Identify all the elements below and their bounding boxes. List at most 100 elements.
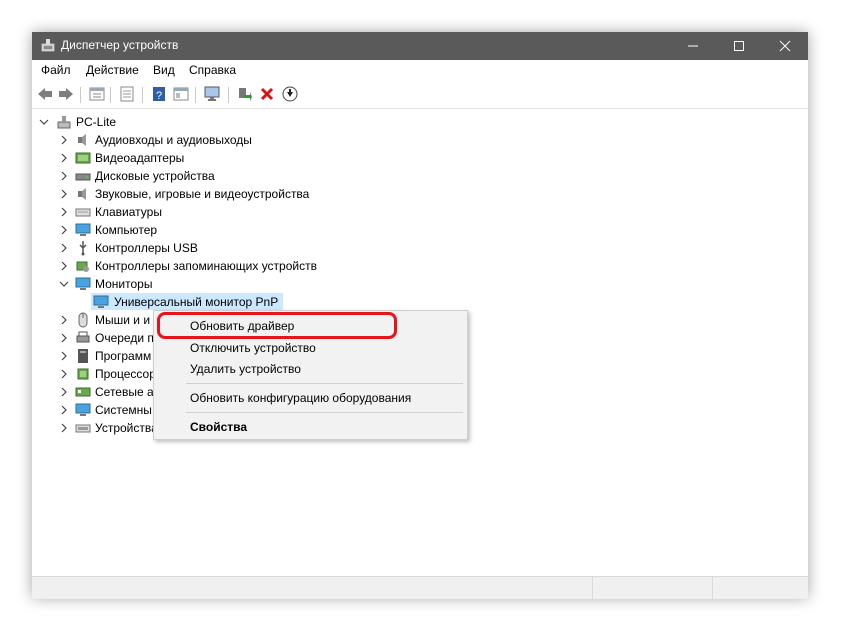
tree-category-label: Видеоадаптеры: [95, 151, 185, 165]
ctx-separator: [186, 412, 463, 413]
disk-icon: [75, 173, 91, 181]
tree-category-label: Устройства: [95, 421, 158, 435]
menu-help[interactable]: Справка: [189, 63, 236, 77]
chevron-right-icon[interactable]: [59, 171, 69, 181]
tree-category-label: Программ: [95, 349, 152, 363]
chevron-right-icon[interactable]: [59, 243, 69, 253]
scan-hardware-button[interactable]: [204, 85, 222, 103]
help-button[interactable]: ?: [150, 85, 168, 103]
close-button[interactable]: [762, 32, 808, 60]
ctx-properties[interactable]: Свойства: [190, 420, 247, 434]
selected-device-label: Универсальный монитор PnP: [114, 295, 279, 309]
system-icon: [75, 403, 91, 416]
forward-button[interactable]: [57, 85, 75, 103]
sound-icon: [78, 188, 86, 200]
update-driver-icon: [239, 88, 252, 101]
help-icon: ?: [153, 87, 165, 102]
chevron-right-icon[interactable]: [59, 135, 69, 145]
tree-category-label: Мониторы: [95, 277, 153, 291]
tree-category[interactable]: Дисковые устройства: [32, 167, 792, 185]
tree-category[interactable]: Компьютер: [32, 221, 792, 239]
chevron-right-icon[interactable]: [59, 387, 69, 397]
usb-icon: [79, 241, 87, 256]
audio-icon: [78, 134, 86, 146]
display-adapter-icon: [75, 152, 91, 164]
chevron-down-icon[interactable]: [39, 117, 49, 127]
tree-device-selected[interactable]: Универсальный монитор PnP: [32, 293, 792, 311]
tree-category-label: Звуковые, игровые и видеоустройства: [95, 187, 310, 201]
minimize-button[interactable]: [670, 32, 716, 60]
maximize-button[interactable]: [716, 32, 762, 60]
tree-category[interactable]: Аудиовходы и аудиовыходы: [32, 131, 792, 149]
processor-icon: [77, 368, 89, 380]
chevron-right-icon[interactable]: [59, 333, 69, 343]
hid-icon: [75, 424, 91, 433]
ctx-scan-hardware[interactable]: Обновить конфигурацию оборудования: [190, 391, 411, 405]
tree-category-label: Компьютер: [95, 223, 158, 237]
chevron-right-icon[interactable]: [59, 405, 69, 415]
uninstall-button[interactable]: [258, 85, 276, 103]
monitor-icon: [93, 295, 109, 308]
menu-view[interactable]: Вид: [153, 63, 175, 77]
print-queue-icon: [76, 331, 90, 343]
tree-root-label: PC-Lite: [76, 115, 117, 129]
tree-category-label: Дисковые устройства: [95, 169, 215, 183]
forward-icon: [59, 88, 73, 100]
view-icon: [173, 87, 189, 101]
uninstall-icon: [260, 87, 274, 101]
back-button[interactable]: [36, 85, 54, 103]
chevron-right-icon[interactable]: [59, 261, 69, 271]
computer-icon: [75, 223, 91, 236]
svg-text:?: ?: [156, 90, 162, 102]
ctx-disable-device[interactable]: Отключить устройство: [190, 341, 316, 355]
menu-action[interactable]: Действие: [86, 63, 139, 77]
close-icon: [779, 40, 791, 52]
chevron-right-icon[interactable]: [59, 369, 69, 379]
window-title: Диспетчер устройств: [61, 38, 179, 52]
enable-button[interactable]: [281, 85, 299, 103]
properties-button[interactable]: [88, 85, 106, 103]
update-driver-button[interactable]: [235, 85, 253, 103]
ctx-uninstall-device[interactable]: Удалить устройство: [190, 362, 301, 376]
grid-icon: [120, 86, 134, 102]
view-button[interactable]: [172, 85, 190, 103]
chevron-right-icon[interactable]: [59, 225, 69, 235]
tree-category[interactable]: Мониторы: [32, 275, 792, 293]
tree-root[interactable]: PC-Lite: [32, 113, 332, 131]
tree-category[interactable]: Видеоадаптеры: [32, 149, 792, 167]
chevron-right-icon[interactable]: [59, 315, 69, 325]
ctx-separator: [186, 383, 463, 384]
tree-category[interactable]: Контроллеры USB: [32, 239, 792, 257]
chevron-right-icon[interactable]: [59, 153, 69, 163]
keyboard-icon: [75, 208, 91, 217]
menu-file[interactable]: Файл: [41, 63, 71, 77]
tree-category[interactable]: Контроллеры запоминающих устройств: [32, 257, 792, 275]
monitor-scan-icon: [204, 86, 220, 101]
properties-icon: [89, 87, 105, 101]
download-icon: [282, 86, 298, 102]
chevron-down-icon[interactable]: [59, 279, 69, 289]
mouse-icon: [78, 312, 88, 328]
tree-category-label: Аудиовходы и аудиовыходы: [95, 133, 252, 147]
grid-button[interactable]: [118, 85, 136, 103]
tree-category[interactable]: Звуковые, игровые и видеоустройства: [32, 185, 792, 203]
chevron-right-icon[interactable]: [59, 351, 69, 361]
chevron-right-icon[interactable]: [59, 189, 69, 199]
tree-category-label: Контроллеры запоминающих устройств: [95, 259, 317, 273]
tree-category-label: Мыши и и: [95, 313, 151, 327]
chevron-right-icon[interactable]: [59, 207, 69, 217]
back-icon: [38, 88, 52, 100]
status-bar: [32, 576, 808, 599]
device-manager-icon: [41, 39, 55, 52]
chevron-right-icon[interactable]: [59, 423, 69, 433]
network-icon: [75, 387, 91, 397]
computer-root-icon: [57, 116, 71, 129]
tree-category-label: Системны: [95, 403, 152, 417]
tree-category-label: Клавиатуры: [95, 205, 162, 219]
tree-category[interactable]: Клавиатуры: [32, 203, 792, 221]
menu-bar: Файл Действие Вид Справка: [32, 60, 808, 80]
storage-controller-icon: [76, 261, 89, 272]
title-bar: Диспетчер устройств: [32, 32, 808, 60]
toolbar: ?: [32, 80, 808, 109]
tree-category-label: Очереди п: [95, 331, 154, 345]
